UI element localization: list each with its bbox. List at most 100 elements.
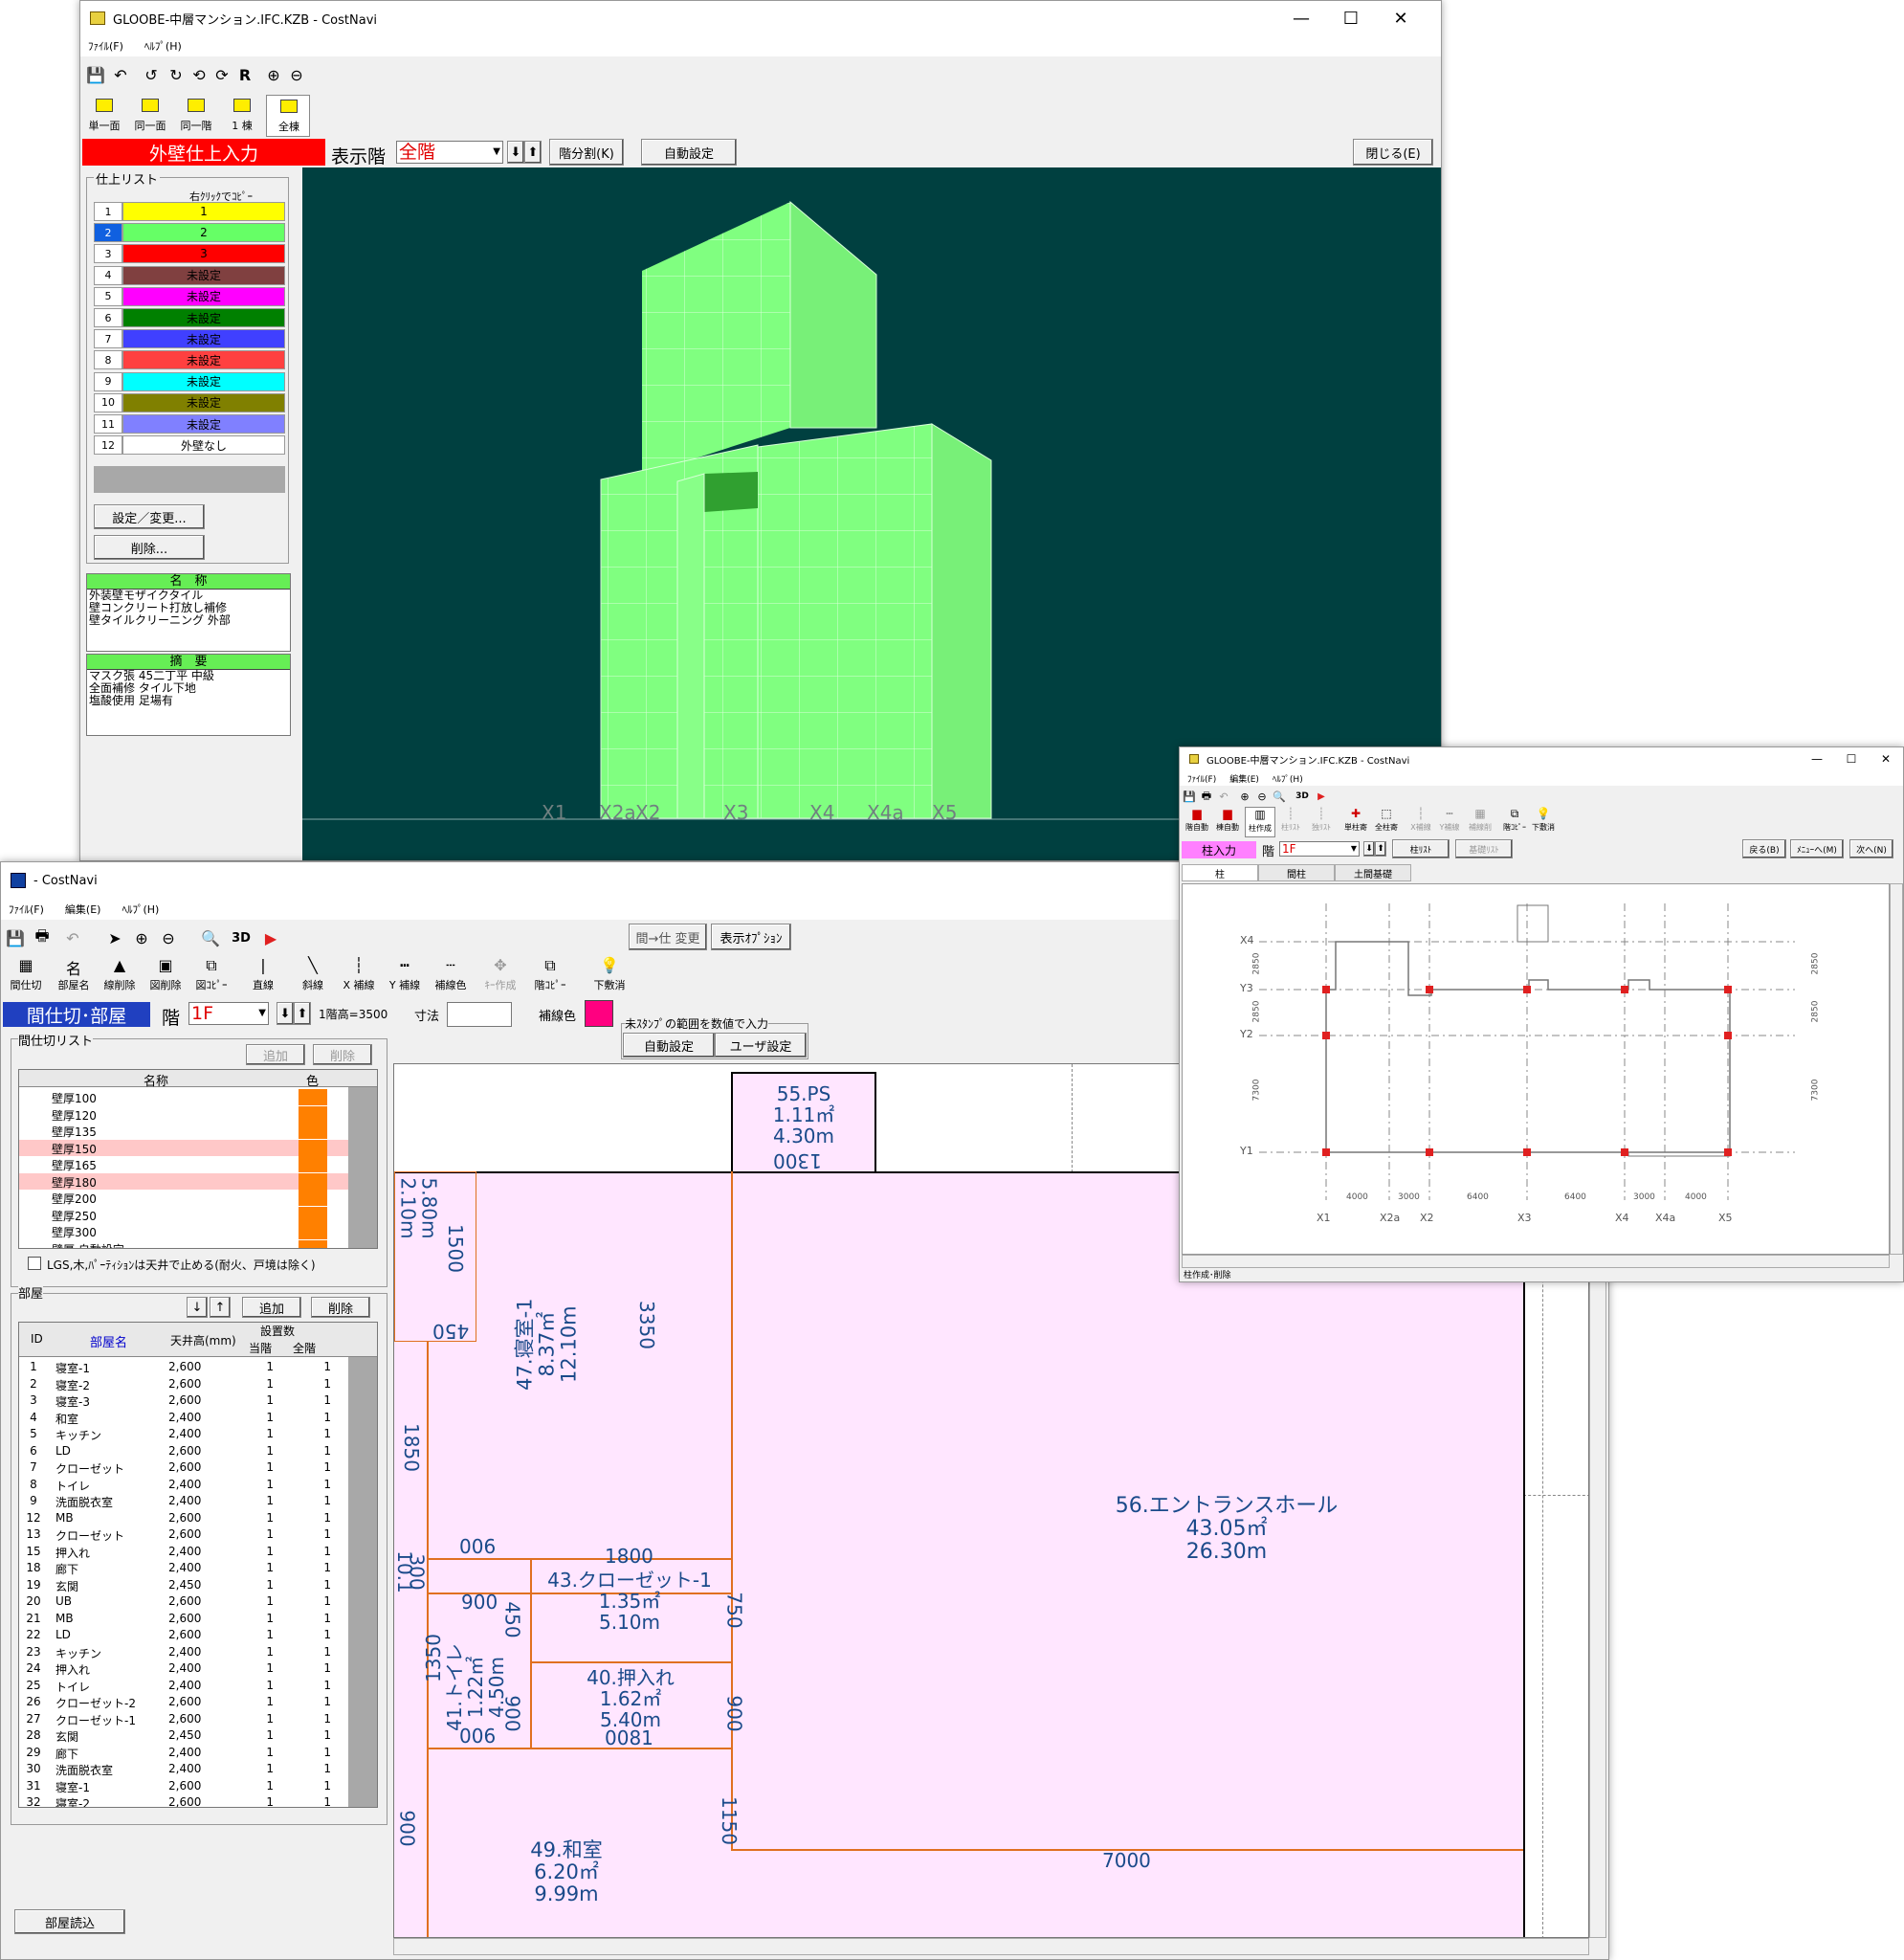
tool-button-4[interactable]: ⧉ 図ｺﾋﾟｰ bbox=[188, 956, 234, 998]
grid-vscrollbar[interactable] bbox=[1890, 883, 1903, 1255]
undo-icon[interactable]: ↶ bbox=[60, 925, 85, 950]
pillar-marker[interactable] bbox=[1322, 1032, 1330, 1039]
maximize-button[interactable]: ☐ bbox=[1834, 747, 1869, 770]
partition-delete-button[interactable]: 削除 bbox=[313, 1044, 372, 1065]
floor-up-button[interactable]: ⬆ bbox=[294, 1002, 311, 1025]
room-row[interactable]: 13 クローゼット 2,600 1 1 bbox=[19, 1526, 348, 1543]
rotate-up-icon[interactable]: ⟲ bbox=[188, 62, 210, 87]
auto-setting-button[interactable]: 自動設定 bbox=[623, 1033, 715, 1058]
floor-down-button[interactable]: ⬇ bbox=[1363, 841, 1375, 857]
tab-1[interactable]: 間柱 bbox=[1258, 864, 1335, 881]
finish-item[interactable]: 未設定 bbox=[122, 392, 285, 412]
close-window-button[interactable]: ✕ bbox=[1376, 1, 1426, 35]
finish-item[interactable]: 1 bbox=[122, 202, 285, 221]
room-row[interactable]: 32 寝室-2 2,600 1 1 bbox=[19, 1794, 348, 1807]
room-delete-button[interactable]: 削除 bbox=[311, 1297, 370, 1318]
tool-button-2[interactable]: ▲ 線削除 bbox=[97, 956, 143, 998]
user-setting-button[interactable]: ユーザ設定 bbox=[715, 1033, 807, 1058]
tool-button-2[interactable]: ▥ 柱作成 bbox=[1245, 807, 1275, 837]
tool-button-0[interactable]: ▦ 間仕切 bbox=[3, 956, 49, 998]
room-row[interactable]: 9 洗面脱衣室 2,400 1 1 bbox=[19, 1493, 348, 1509]
room-scrollbar[interactable] bbox=[348, 1357, 377, 1807]
pillar-marker[interactable] bbox=[1621, 986, 1628, 993]
tool-button-1[interactable]: ▆ 棟自動 bbox=[1212, 807, 1243, 837]
menu-edit[interactable]: 編集(E) bbox=[65, 902, 101, 917]
menu-file[interactable]: ﾌｧｲﾙ(F) bbox=[1187, 772, 1216, 785]
tool-button-6[interactable]: ╲ 斜線 bbox=[290, 956, 336, 998]
tool-button-6[interactable]: ⬚ 全柱寄 bbox=[1371, 807, 1402, 837]
pointer-icon[interactable]: ➤ bbox=[102, 925, 127, 950]
split-floor-button[interactable]: 階分割(K) bbox=[549, 139, 624, 166]
base-list-button[interactable]: 基礎ﾘｽﾄ bbox=[1455, 839, 1513, 858]
partition-add-button[interactable]: 追加 bbox=[246, 1044, 305, 1065]
room-row[interactable]: 25 トイレ 2,400 1 1 bbox=[19, 1678, 348, 1694]
room-down-button[interactable]: ↓ bbox=[187, 1297, 208, 1318]
room-row[interactable]: 7 クローゼット 2,600 1 1 bbox=[19, 1459, 348, 1476]
rotate-left-icon[interactable]: ↺ bbox=[140, 62, 163, 87]
pillar-marker[interactable] bbox=[1621, 1148, 1628, 1156]
grid-canvas[interactable]: X1 X2a X2 X3 X4 X4a X5 X4 Y3 Y2 Y1 4000 3000 6400 6400… bbox=[1182, 883, 1890, 1255]
finish-item[interactable]: 未設定 bbox=[122, 371, 285, 391]
room-row[interactable]: 19 玄関 2,450 1 1 bbox=[19, 1577, 348, 1593]
tool-button-10[interactable]: ✥ ｷｰ作成 bbox=[477, 956, 523, 998]
pillar-list-button[interactable]: 柱ﾘｽﾄ bbox=[1392, 839, 1450, 858]
finish-item[interactable]: 2 bbox=[122, 223, 285, 243]
partition-row[interactable]: 壁厚100 bbox=[19, 1089, 348, 1105]
tool-button-11[interactable]: ⧉ 階ｺﾋﾟｰ bbox=[527, 956, 573, 998]
finish-item[interactable]: 外壁なし bbox=[122, 435, 285, 456]
floor-down-button[interactable]: ⬇ bbox=[507, 141, 524, 164]
pillar-marker[interactable] bbox=[1724, 1148, 1732, 1156]
partition-scrollbar[interactable] bbox=[348, 1087, 377, 1248]
room-row[interactable]: 31 寝室-1 2,600 1 1 bbox=[19, 1778, 348, 1794]
room-row[interactable]: 29 廊下 2,400 1 1 bbox=[19, 1745, 348, 1761]
room-row[interactable]: 4 和室 2,400 1 1 bbox=[19, 1410, 348, 1426]
floor-select[interactable]: 1F ▼ bbox=[1279, 841, 1360, 857]
room-row[interactable]: 8 トイレ 2,400 1 1 bbox=[19, 1477, 348, 1493]
change-partition-button[interactable]: 間→仕 変更 bbox=[629, 924, 707, 950]
pillar-marker[interactable] bbox=[1426, 1148, 1433, 1156]
mode-button-4[interactable]: 全棟 bbox=[266, 95, 310, 137]
room-row[interactable]: 26 クローゼット-2 2,600 1 1 bbox=[19, 1694, 348, 1710]
dimension-input[interactable] bbox=[447, 1002, 512, 1027]
zoom-in-icon[interactable]: ⊕ bbox=[1237, 788, 1252, 805]
finish-item[interactable]: 未設定 bbox=[122, 414, 285, 434]
mode-button-2[interactable]: 同一階 bbox=[174, 95, 218, 137]
save-icon[interactable]: 💾 bbox=[84, 62, 107, 87]
tool-button-10[interactable]: ⧉ 階ｺﾋﾟｰ bbox=[1499, 807, 1530, 837]
partition-row[interactable]: 壁厚165 bbox=[19, 1156, 348, 1172]
tool-button-1[interactable]: 名部屋名 bbox=[51, 956, 97, 998]
grid-hscrollbar[interactable] bbox=[1182, 1255, 1890, 1268]
finish-item[interactable]: 未設定 bbox=[122, 286, 285, 306]
zoom-out-icon[interactable]: ⊖ bbox=[1254, 788, 1270, 805]
reset-view-icon[interactable]: R bbox=[233, 62, 256, 87]
room-row[interactable]: 22 LD 2,600 1 1 bbox=[19, 1627, 348, 1643]
next-button[interactable]: 次へ(N) bbox=[1849, 839, 1893, 858]
menu-file[interactable]: ﾌｧｲﾙ(F) bbox=[88, 38, 123, 54]
plan-hscrollbar[interactable] bbox=[393, 1938, 1589, 1955]
pillar-marker[interactable] bbox=[1523, 986, 1531, 993]
close-button[interactable]: 閉じる(E) bbox=[1353, 139, 1433, 166]
minimize-button[interactable]: — bbox=[1800, 747, 1834, 770]
floor-up-button[interactable]: ⬆ bbox=[524, 141, 542, 164]
tool-button-8[interactable]: ┅ Y補線 bbox=[1434, 807, 1465, 837]
partition-row[interactable]: 壁厚120 bbox=[19, 1105, 348, 1123]
partition-row[interactable]: 壁厚250 bbox=[19, 1206, 348, 1223]
room-row[interactable]: 24 押入れ 2,400 1 1 bbox=[19, 1660, 348, 1677]
tool-button-4[interactable]: ┊ 独ﾘｽﾄ bbox=[1306, 807, 1337, 837]
tab-0[interactable]: 柱 bbox=[1182, 864, 1258, 881]
room-read-button[interactable]: 部屋読込 bbox=[14, 1909, 125, 1934]
partition-row[interactable]: 壁厚150 bbox=[19, 1139, 348, 1156]
tool-button-5[interactable]: | 直線 bbox=[240, 956, 286, 998]
partition-row[interactable]: 壁厚 自動設定 bbox=[19, 1239, 348, 1248]
room-row[interactable]: 23 キッチン 2,400 1 1 bbox=[19, 1644, 348, 1660]
rotate-right-icon[interactable]: ↻ bbox=[165, 62, 188, 87]
mode-button-0[interactable]: 単一面 bbox=[82, 95, 126, 137]
tool-button-3[interactable]: ▣ 図削除 bbox=[143, 956, 188, 998]
room-row[interactable]: 28 玄関 2,450 1 1 bbox=[19, 1727, 348, 1744]
room-up-button[interactable]: ↑ bbox=[210, 1297, 231, 1318]
undo-icon[interactable]: ↶ bbox=[109, 62, 132, 87]
save-icon[interactable]: 💾 bbox=[5, 925, 26, 950]
view-3d-button[interactable]: 3D bbox=[1293, 788, 1312, 805]
finish-item[interactable]: 未設定 bbox=[122, 308, 285, 327]
auto-setting-button[interactable]: 自動設定 bbox=[641, 139, 737, 166]
